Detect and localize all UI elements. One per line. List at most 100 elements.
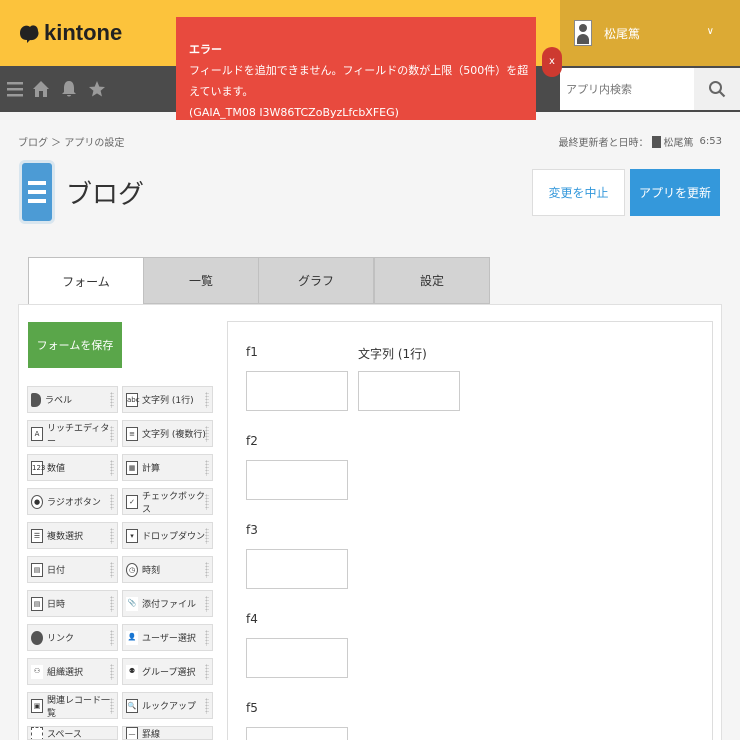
field-input-f5[interactable]	[246, 727, 348, 740]
tab-settings[interactable]: 設定	[374, 257, 490, 304]
attachment-icon: 📎	[126, 596, 138, 611]
palette-item-text: 日付	[47, 566, 66, 576]
update-app-button[interactable]: アプリを更新	[630, 169, 720, 216]
user-menu[interactable]: 松尾篤 ∨	[560, 0, 740, 66]
palette-item-checkbox[interactable]: ✓ チェックボックス	[122, 488, 213, 515]
lookup-icon: 🔍	[126, 698, 138, 713]
palette-item-text: 組織選択	[47, 668, 84, 678]
palette-item-text: 日時	[47, 600, 66, 610]
search-icon	[709, 81, 726, 98]
palette-item-text: 文字列 (1行)	[142, 396, 194, 406]
palette-item-text: 関連レコード一覧	[47, 695, 111, 719]
palette-item-organization-select[interactable]: ⚇ 組織選択	[27, 658, 118, 685]
palette-item-number[interactable]: 123 数値	[27, 454, 118, 481]
calculator-icon: ▦	[126, 460, 138, 475]
palette-item-calculation[interactable]: ▦ 計算	[122, 454, 213, 481]
palette-item-text: リンク	[47, 634, 75, 644]
palette-item-multi-line-text[interactable]: ≡ 文字列 (複数行)	[122, 420, 213, 447]
palette-item-group-select[interactable]: ⚉ グループ選択	[122, 658, 213, 685]
field-input-f4[interactable]	[246, 638, 348, 678]
tab-graph[interactable]: グラフ	[258, 257, 374, 304]
logo-text: kintone	[44, 20, 123, 45]
menu-icon[interactable]	[6, 80, 24, 98]
palette-item-text: ラベル	[45, 396, 73, 406]
tag-icon	[31, 392, 41, 407]
palette-item-text: 文字列 (複数行)	[142, 430, 206, 440]
home-icon[interactable]	[32, 80, 50, 98]
search-button[interactable]	[694, 68, 740, 110]
user-name: 松尾篤	[604, 26, 641, 41]
radio-icon: ●	[31, 494, 43, 509]
field-label-text-line: 文字列 (1行)	[358, 347, 427, 361]
palette-item-datetime[interactable]: ▤ 日時	[27, 590, 118, 617]
field-label-f3: f3	[246, 523, 258, 537]
palette-item-label[interactable]: ラベル	[27, 386, 118, 413]
last-updated-label: 最終更新者と日時：	[558, 138, 649, 149]
palette-item-single-line-text[interactable]: abc 文字列 (1行)	[122, 386, 213, 413]
palette-item-multi-select[interactable]: ☰ 複数選択	[27, 522, 118, 549]
palette-item-user-select[interactable]: 👤 ユーザー選択	[122, 624, 213, 651]
chevron-down-icon[interactable]: ∨	[707, 26, 714, 37]
cancel-button[interactable]: 変更を中止	[532, 169, 625, 216]
number-icon: 123	[31, 460, 45, 475]
field-label-f4: f4	[246, 612, 258, 626]
toast-message: フィールドを追加できません。フィールドの数が上限（500件）を超えています。	[189, 64, 529, 98]
palette-item-dropdown[interactable]: ▾ ドロップダウン	[122, 522, 213, 549]
logo-icon	[20, 25, 39, 43]
breadcrumb[interactable]: ブログ ＞ アプリの設定	[18, 134, 124, 149]
palette-item-link[interactable]: リンク	[27, 624, 118, 651]
last-updated-time: 6:53	[699, 136, 722, 147]
tab-list[interactable]: 一覧	[143, 257, 259, 304]
palette-item-time[interactable]: ◷ 時刻	[122, 556, 213, 583]
search-input[interactable]	[560, 68, 690, 110]
field-label-f5: f5	[246, 701, 258, 715]
palette-item-space[interactable]: スペース	[27, 726, 118, 740]
bell-icon[interactable]	[60, 80, 78, 98]
tab-form[interactable]: フォーム	[28, 257, 144, 305]
palette-item-text: 添付ファイル	[142, 600, 197, 610]
palette-item-text: グループ選択	[142, 668, 196, 678]
field-input-f1[interactable]	[246, 371, 348, 411]
palette-item-text: 計算	[142, 464, 161, 474]
palette-item-text: ユーザー選択	[142, 634, 196, 644]
palette-item-text: チェックボックス	[142, 491, 206, 515]
clock-icon: ◷	[126, 562, 138, 577]
palette-item-lookup[interactable]: 🔍 ルックアップ	[122, 692, 213, 719]
palette-item-border[interactable]: — 罫線	[122, 726, 213, 740]
palette-item-radio[interactable]: ● ラジオボタン	[27, 488, 118, 515]
checkbox-icon: ✓	[126, 494, 138, 509]
save-form-button[interactable]: フォームを保存	[28, 322, 122, 368]
palette-item-text: 罫線	[142, 730, 161, 740]
avatar	[574, 20, 592, 46]
related-records-icon: ▣	[31, 698, 43, 713]
field-input-text-line[interactable]	[358, 371, 460, 411]
field-input-f2[interactable]	[246, 460, 348, 500]
palette-item-text: ルックアップ	[142, 702, 197, 712]
space-icon	[31, 727, 43, 739]
rich-editor-icon: A	[31, 426, 43, 441]
user-icon	[651, 135, 661, 148]
last-updated: 最終更新者と日時： 松尾篤 6:53	[559, 134, 722, 149]
palette-item-rich-editor[interactable]: A リッチエディター	[27, 420, 118, 447]
close-button[interactable]: x	[542, 47, 562, 77]
app-icon	[19, 160, 55, 224]
star-icon[interactable]	[88, 80, 106, 98]
toast-title: エラー	[189, 43, 222, 56]
last-updated-user[interactable]: 松尾篤	[664, 134, 694, 149]
palette-item-text: 時刻	[142, 566, 161, 576]
date-icon: ▤	[31, 562, 43, 577]
palette-item-text: 数値	[47, 464, 66, 474]
kintone-logo[interactable]: kintone	[18, 20, 122, 46]
palette-item-related-records[interactable]: ▣ 関連レコード一覧	[27, 692, 118, 719]
palette-item-attachment[interactable]: 📎 添付ファイル	[122, 590, 213, 617]
palette-item-text: ラジオボタン	[47, 498, 101, 508]
link-icon	[31, 630, 43, 645]
palette-item-text: 複数選択	[47, 532, 84, 542]
palette-item-date[interactable]: ▤ 日付	[27, 556, 118, 583]
text-multiline-icon: ≡	[126, 426, 138, 441]
organization-icon: ⚇	[31, 664, 43, 679]
field-input-f3[interactable]	[246, 549, 348, 589]
palette-item-text: スペース	[47, 730, 82, 740]
multi-select-icon: ☰	[31, 528, 43, 543]
page-title: ブログ	[66, 180, 145, 210]
